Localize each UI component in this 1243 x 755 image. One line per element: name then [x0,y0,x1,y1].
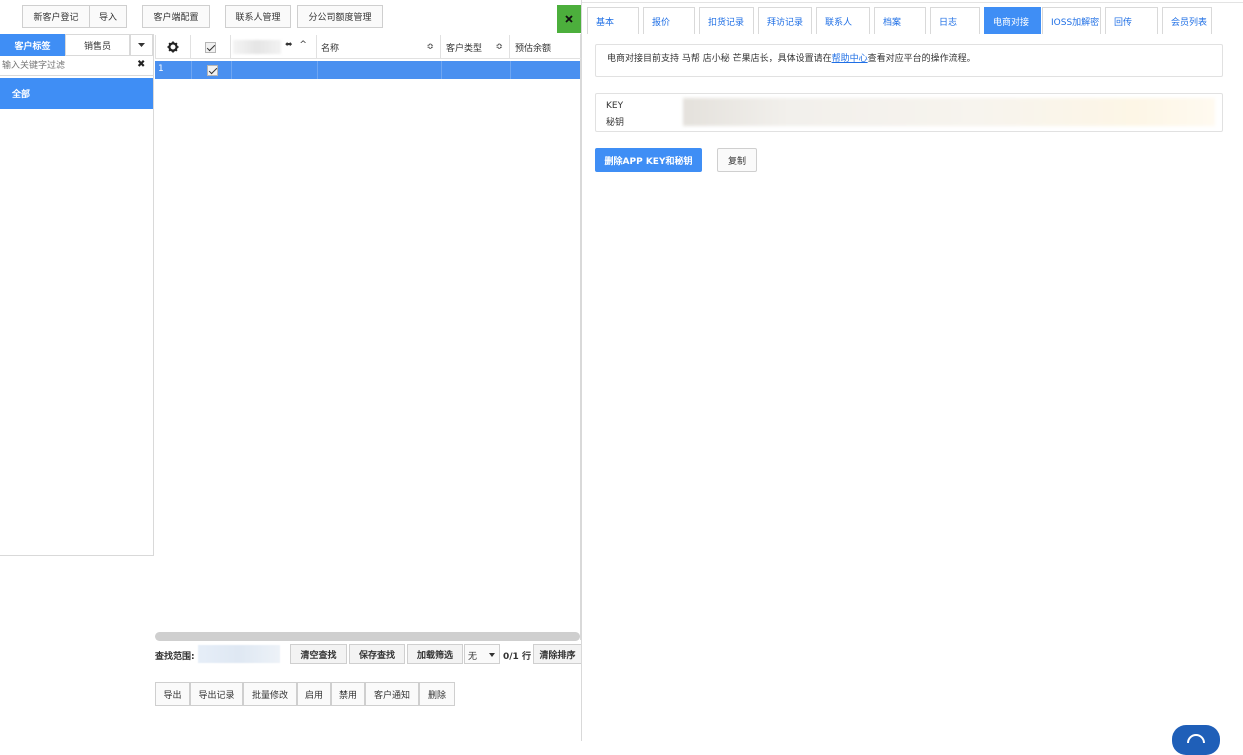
customer-notify-button[interactable]: 客户通知 [365,682,419,706]
caret-down-icon [138,43,145,47]
disable-button[interactable]: 禁用 [331,682,365,706]
caret-down-icon [489,653,495,657]
tab-log[interactable]: 日志 [930,7,980,34]
tab-archive[interactable]: 档案 [874,7,926,34]
tree-item-all[interactable]: 全部 [0,78,153,109]
tab-deduction-records[interactable]: 扣货记录 [699,7,754,34]
tab-member-list[interactable]: 会员列表 [1162,7,1212,34]
column-header-customer-type[interactable]: 客户类型 ≎ [441,35,510,59]
client-config-button[interactable]: 客户端配置 [142,5,210,28]
tab-salesperson[interactable]: 销售员 [65,34,130,56]
tab-ioss[interactable]: IOSS加解密 [1042,7,1101,34]
load-filter-button[interactable]: 加载筛选 [407,644,463,664]
sort-icon: ≎ [495,42,503,52]
contact-management-button[interactable]: 联系人管理 [225,5,291,28]
tab-quote[interactable]: 报价 [643,7,695,34]
close-panel-button[interactable] [557,5,581,33]
table-row[interactable]: 1 [155,61,580,79]
new-customer-button[interactable]: 新客户登记 [22,5,90,28]
delete-button[interactable]: 删除 [419,682,455,706]
tab-contacts[interactable]: 联系人 [816,7,870,34]
gear-icon [167,41,179,53]
copy-button[interactable]: 复制 [717,148,757,172]
help-center-link[interactable]: 帮助中心 [832,54,868,64]
row-checkbox[interactable] [207,65,218,76]
select-all-checkbox[interactable] [191,35,231,59]
secret-label: 秘钥 [606,118,625,128]
help-chat-icon [1187,734,1205,744]
import-button[interactable]: 导入 [89,5,127,28]
batch-edit-button[interactable]: 批量修改 [243,682,297,706]
tab-basic[interactable]: 基本 [587,7,639,34]
header-divider [155,58,581,59]
help-chat-button[interactable] [1172,725,1220,755]
search-scope-input[interactable] [198,645,280,663]
enable-button[interactable]: 启用 [297,682,331,706]
key-label: KEY [606,101,624,111]
info-text-suffix: 查看对应平台的操作流程。 [867,54,976,64]
customer-grid [155,34,581,640]
info-text-prefix: 电商对接目前支持 马帮 店小秘 芒果店长，具体设置请在 [607,54,832,64]
branch-quota-button[interactable]: 分公司额度管理 [297,5,383,28]
save-search-button[interactable]: 保存查找 [349,644,405,664]
sort-indicator-icon: ⬌ ^ [285,40,309,50]
row-number: 1 [158,64,164,74]
clear-filter-icon[interactable]: ✖ [137,59,145,70]
search-scope-label: 查找范围: [155,652,195,662]
export-records-button[interactable]: 导出记录 [190,682,243,706]
tag-filter-input[interactable] [2,58,132,73]
column-header-name[interactable]: 名称 ≎ [317,35,441,59]
clear-search-button[interactable]: 清空查找 [290,644,347,664]
row-count: 0/1 行 [503,652,531,662]
key-secret-value [683,98,1215,126]
blurred-column-title [233,40,281,54]
delete-app-key-button[interactable]: 删除APP KEY和秘钥 [595,148,702,172]
tag-panel: 客户标签 销售员 ✖ 全部 [0,34,154,556]
grid-horizontal-scrollbar[interactable] [155,632,580,641]
filter-select[interactable]: 无 [464,644,500,664]
clear-sort-button[interactable]: 清除排序 [533,644,582,664]
column-header-balance[interactable]: 预估余额 [510,35,580,59]
close-icon [565,15,573,23]
column-header-blurred[interactable]: ⬌ ^ [231,35,317,59]
tab-ecommerce[interactable]: 电商对接 [984,7,1041,34]
key-secret-box: KEY 秘钥 [595,93,1223,132]
grid-settings-button[interactable] [155,35,191,59]
tab-customer-tag[interactable]: 客户标签 [0,34,65,56]
sort-icon: ≎ [426,42,434,52]
ecommerce-info-box: 电商对接目前支持 马帮 店小秘 芒果店长，具体设置请在帮助中心查看对应平台的操作… [595,44,1223,77]
tab-postback[interactable]: 回传 [1105,7,1158,34]
sales-dropdown-button[interactable] [130,34,153,56]
tab-visit-records[interactable]: 拜访记录 [758,7,812,34]
export-button[interactable]: 导出 [155,682,190,706]
